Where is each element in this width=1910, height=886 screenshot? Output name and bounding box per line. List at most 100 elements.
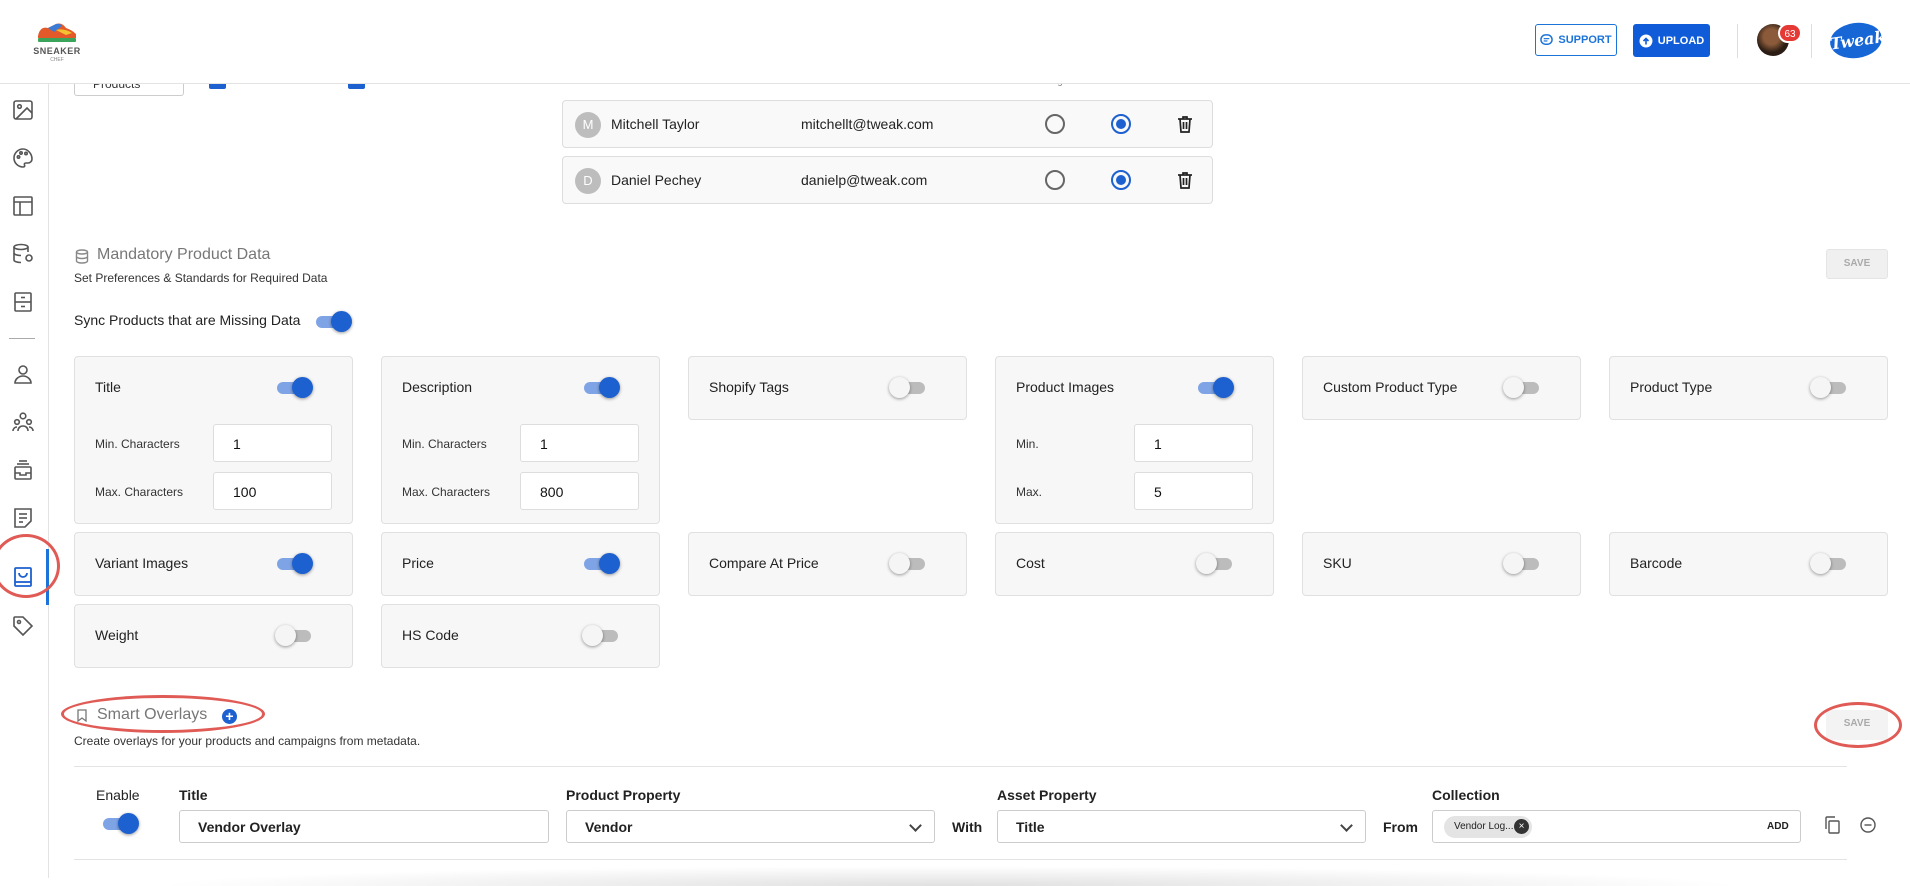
notification-badge[interactable]: 63 xyxy=(1778,23,1802,43)
card-toggle[interactable] xyxy=(889,553,927,574)
card-compare-at-price: Compare At Price xyxy=(688,532,967,596)
card-toggle[interactable] xyxy=(1196,377,1234,398)
palette-icon[interactable] xyxy=(11,146,35,170)
team-icon[interactable] xyxy=(11,410,35,434)
database-icon xyxy=(75,249,89,264)
card-toggle[interactable] xyxy=(889,377,927,398)
support-button[interactable]: SUPPORT xyxy=(1535,24,1617,56)
sync-toggle[interactable] xyxy=(314,311,352,332)
card-label: Title xyxy=(95,379,121,395)
divider xyxy=(1811,24,1812,58)
manager-radio[interactable] xyxy=(1045,170,1065,190)
main-content: Products User Email Manager Editor M Mit… xyxy=(49,70,1910,886)
enable-header: Enable xyxy=(96,787,140,803)
user-avatar-initial: D xyxy=(575,168,601,194)
field-label: Min. xyxy=(1016,437,1039,451)
user-row: D Daniel Pechey danielp@tweak.com xyxy=(562,156,1213,204)
max-characters-input[interactable]: 800 xyxy=(520,472,639,510)
card-toggle[interactable] xyxy=(1810,377,1848,398)
max-characters-input[interactable]: 100 xyxy=(213,472,332,510)
card-label: Shopify Tags xyxy=(709,379,789,395)
min-characters-input[interactable]: 1 xyxy=(520,424,639,462)
sneaker-icon xyxy=(38,23,76,42)
card-barcode: Barcode xyxy=(1609,532,1888,596)
mandatory-title: Mandatory Product Data xyxy=(97,246,271,263)
document-list-icon[interactable] xyxy=(11,506,35,530)
field-label: Max. Characters xyxy=(95,485,184,499)
card-product-images: Product Images Min. 1 Max. 5 xyxy=(995,356,1274,524)
card-label: Product Images xyxy=(1016,379,1115,395)
card-toggle[interactable] xyxy=(1503,377,1541,398)
user-icon[interactable] xyxy=(11,362,35,386)
card-toggle[interactable] xyxy=(1503,553,1541,574)
card-custom-product-type: Custom Product Type xyxy=(1302,356,1581,420)
min-images-input[interactable]: 1 xyxy=(1134,424,1253,462)
app-logo[interactable]: SNEAKER CHEF xyxy=(30,18,84,63)
user-avatar-initial: M xyxy=(575,112,601,138)
with-label: With xyxy=(952,819,983,835)
max-images-input[interactable]: 5 xyxy=(1134,472,1253,510)
trash-icon[interactable] xyxy=(1177,171,1193,189)
overlay-enable-toggle[interactable] xyxy=(101,813,139,834)
min-characters-input[interactable]: 1 xyxy=(213,424,332,462)
shadow xyxy=(149,866,1749,886)
annotation-circle xyxy=(1814,702,1902,748)
upload-button[interactable]: UPLOAD xyxy=(1633,24,1710,57)
copy-icon[interactable] xyxy=(1824,816,1840,834)
archive-icon[interactable] xyxy=(11,290,35,314)
card-label: Description xyxy=(402,379,473,395)
card-toggle[interactable] xyxy=(582,625,620,646)
card-label: Compare At Price xyxy=(709,555,819,571)
manager-radio[interactable] xyxy=(1045,114,1065,134)
chip-remove-icon[interactable]: × xyxy=(1514,819,1529,834)
add-collection-button[interactable]: ADD xyxy=(1767,821,1789,832)
editor-radio[interactable] xyxy=(1111,170,1131,190)
trash-icon[interactable] xyxy=(1177,115,1193,133)
card-shopify-tags: Shopify Tags xyxy=(688,356,967,420)
product-property-select[interactable]: Vendor xyxy=(566,810,935,843)
image-icon[interactable] xyxy=(11,98,35,122)
card-toggle[interactable] xyxy=(582,553,620,574)
user-row: M Mitchell Taylor mitchellt@tweak.com xyxy=(562,100,1213,148)
upload-label: UPLOAD xyxy=(1657,34,1705,47)
layout-icon[interactable] xyxy=(11,194,35,218)
divider xyxy=(74,859,1847,860)
tweak-logo[interactable]: Tweak xyxy=(1827,19,1887,62)
tag-icon[interactable] xyxy=(11,614,35,638)
card-product-type: Product Type xyxy=(1609,356,1888,420)
cloud-upload-icon xyxy=(1639,34,1653,47)
card-label: Custom Product Type xyxy=(1323,379,1458,395)
card-cost: Cost xyxy=(995,532,1274,596)
user-name: Daniel Pechey xyxy=(611,172,702,188)
asset-property-select[interactable]: Title xyxy=(997,810,1366,843)
card-label: Weight xyxy=(95,627,139,643)
remove-circle-icon[interactable] xyxy=(1860,817,1876,833)
card-toggle[interactable] xyxy=(275,625,313,646)
save-button[interactable]: SAVE xyxy=(1826,249,1888,279)
field-label: Max. xyxy=(1016,485,1043,499)
database-settings-icon[interactable] xyxy=(11,242,35,266)
chat-icon xyxy=(1540,33,1554,45)
card-hs-code: HS Code xyxy=(381,604,660,668)
inbox-stack-icon[interactable] xyxy=(11,458,35,482)
card-label: SKU xyxy=(1323,555,1352,571)
user-email: mitchellt@tweak.com xyxy=(801,116,934,132)
support-label: SUPPORT xyxy=(1558,34,1612,46)
product-property-header: Product Property xyxy=(566,787,681,803)
card-toggle[interactable] xyxy=(1810,553,1848,574)
top-bar: SNEAKER CHEF SUPPORT UPLOAD 63 Tweak xyxy=(0,0,1910,84)
card-toggle[interactable] xyxy=(1196,553,1234,574)
overlay-title-input[interactable]: Vendor Overlay xyxy=(179,810,549,843)
card-toggle[interactable] xyxy=(275,553,313,574)
brand-sub: CHEF xyxy=(50,57,64,63)
field-label: Max. Characters xyxy=(402,485,491,499)
card-toggle[interactable] xyxy=(582,377,620,398)
field-label: Min. Characters xyxy=(95,437,180,451)
title-header: Title xyxy=(179,787,208,803)
card-sku: SKU xyxy=(1302,532,1581,596)
editor-radio[interactable] xyxy=(1111,114,1131,134)
mandatory-subtitle: Set Preferences & Standards for Required… xyxy=(74,271,328,285)
card-variant-images: Variant Images xyxy=(74,532,353,596)
card-toggle[interactable] xyxy=(275,377,313,398)
card-label: HS Code xyxy=(402,627,459,643)
